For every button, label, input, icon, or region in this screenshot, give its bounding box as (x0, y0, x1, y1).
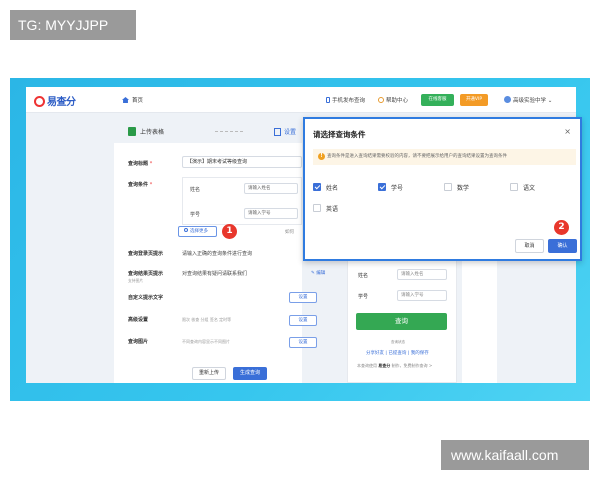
result-tip-value: 对查询结果有疑问请联系我们 (182, 271, 248, 277)
query-condition-label: 查询条件 * (128, 182, 153, 188)
user-menu[interactable]: 高级实验中学 ⌄ (504, 96, 552, 104)
home-icon (122, 97, 129, 103)
top-bar: 易查分 首页 手机发布查询 帮助中心 在线客服 开通VIP 高级实验中学 ⌄ (26, 87, 576, 113)
preview-status: 查询状态 (391, 340, 405, 344)
step-divider (215, 131, 243, 132)
preview-links[interactable]: 分享好友 | 已提查询 | 我的保存 (366, 350, 429, 356)
preview-footer: 本查询使用 易查分 制作，免费制作查询 > (357, 363, 433, 368)
chevron-down-icon: ⌄ (547, 98, 553, 104)
nav-home[interactable]: 首页 (122, 96, 143, 104)
avatar (504, 96, 511, 103)
phone-icon (326, 97, 330, 103)
logo-icon (34, 96, 45, 107)
query-image-label: 查询图片 (128, 339, 149, 345)
option-chinese[interactable]: 语文 (510, 183, 535, 192)
preview-id-input[interactable]: 请输入学号 (397, 290, 447, 301)
how-to-link[interactable]: 如何 (285, 229, 294, 235)
step-badge-1: 1 (222, 224, 237, 239)
login-tip-label: 查询登录页提示 (128, 251, 164, 257)
pencil-icon: ✎ (311, 271, 315, 276)
watermark-top-left: TG: MYYJJPP (10, 10, 136, 40)
step-settings: 设置 (274, 127, 296, 136)
watermark-bottom-right: www.kaifaall.com (441, 440, 589, 470)
online-service-button[interactable]: 在线客服 (421, 94, 454, 106)
reupload-button[interactable]: 重新上传 (192, 367, 226, 380)
preview-query-button[interactable]: 查询 (356, 313, 447, 330)
condition-id-input[interactable]: 请输入学号 (244, 208, 298, 219)
modal-confirm-button[interactable]: 确认 (548, 239, 577, 253)
select-more-button[interactable]: 选择更多 (178, 226, 217, 237)
condition-name-label: 姓名 (190, 187, 201, 193)
help-icon (378, 97, 384, 103)
warning-icon: ! (318, 153, 325, 160)
step-badge-2: 2 (554, 220, 569, 235)
checkbox[interactable] (313, 204, 321, 212)
preview-name-label: 姓名 (358, 273, 369, 279)
query-image-hint: 不同查询内容显示不同图片 (182, 339, 230, 344)
query-title-label: 查询标题 * (128, 161, 153, 167)
result-tip-sub: 支持图片 (128, 278, 144, 283)
preview-name-input[interactable]: 请输入姓名 (397, 269, 447, 280)
settings-doc-icon (274, 128, 281, 136)
option-name[interactable]: 姓名 (313, 183, 338, 192)
option-student-id[interactable]: 学号 (378, 183, 403, 192)
option-math[interactable]: 数学 (444, 183, 469, 192)
checkbox[interactable] (510, 183, 518, 191)
login-tip-value: 请输入正确的查询条件进行查询 (182, 251, 253, 257)
condition-id-label: 学号 (190, 212, 201, 218)
generate-query-button[interactable]: 生成查询 (233, 367, 267, 380)
query-image-set-button[interactable]: 设置 (289, 337, 317, 348)
edit-result-tip[interactable]: ✎ 编辑 (311, 270, 325, 276)
modal-title: 请选择查询条件 (313, 130, 366, 139)
condition-name-input[interactable]: 请输入姓名 (244, 183, 298, 194)
advanced-hint: 限次 核查 分组 签名 定时等 (182, 317, 232, 322)
modal-note: ! 查询条件是进入查询结果需要校验的内容，请不要把展示给用户的查询结果设置为查询条… (313, 149, 576, 165)
custom-text-label: 自定义提示文字 (128, 295, 164, 301)
custom-text-set-button[interactable]: 设置 (289, 292, 317, 303)
excel-icon (128, 127, 136, 136)
logo[interactable]: 易查分 (34, 93, 76, 108)
mobile-publish-link[interactable]: 手机发布查询 (326, 96, 365, 104)
select-condition-modal: 请选择查询条件 × ! 查询条件是进入查询结果需要校验的内容，请不要把展示给用户的… (303, 117, 582, 261)
step-upload: 上传表格 (128, 127, 164, 136)
option-english[interactable]: 英语 (313, 204, 338, 213)
advanced-label: 高级设置 (128, 317, 149, 323)
open-vip-button[interactable]: 开通VIP (460, 94, 488, 106)
preview-id-label: 学号 (358, 294, 369, 300)
modal-cancel-button[interactable]: 取消 (515, 239, 544, 253)
query-title-input[interactable]: 【演示】期末考试等级查询 (182, 156, 302, 168)
result-tip-label: 查询结果页提示 (128, 271, 164, 277)
checkbox-checked[interactable] (313, 183, 321, 191)
checkbox[interactable] (444, 183, 452, 191)
close-icon[interactable]: × (564, 127, 571, 136)
advanced-set-button[interactable]: 设置 (289, 315, 317, 326)
gear-icon (184, 228, 188, 232)
help-center-link[interactable]: 帮助中心 (378, 96, 408, 104)
checkbox-checked[interactable] (378, 183, 386, 191)
